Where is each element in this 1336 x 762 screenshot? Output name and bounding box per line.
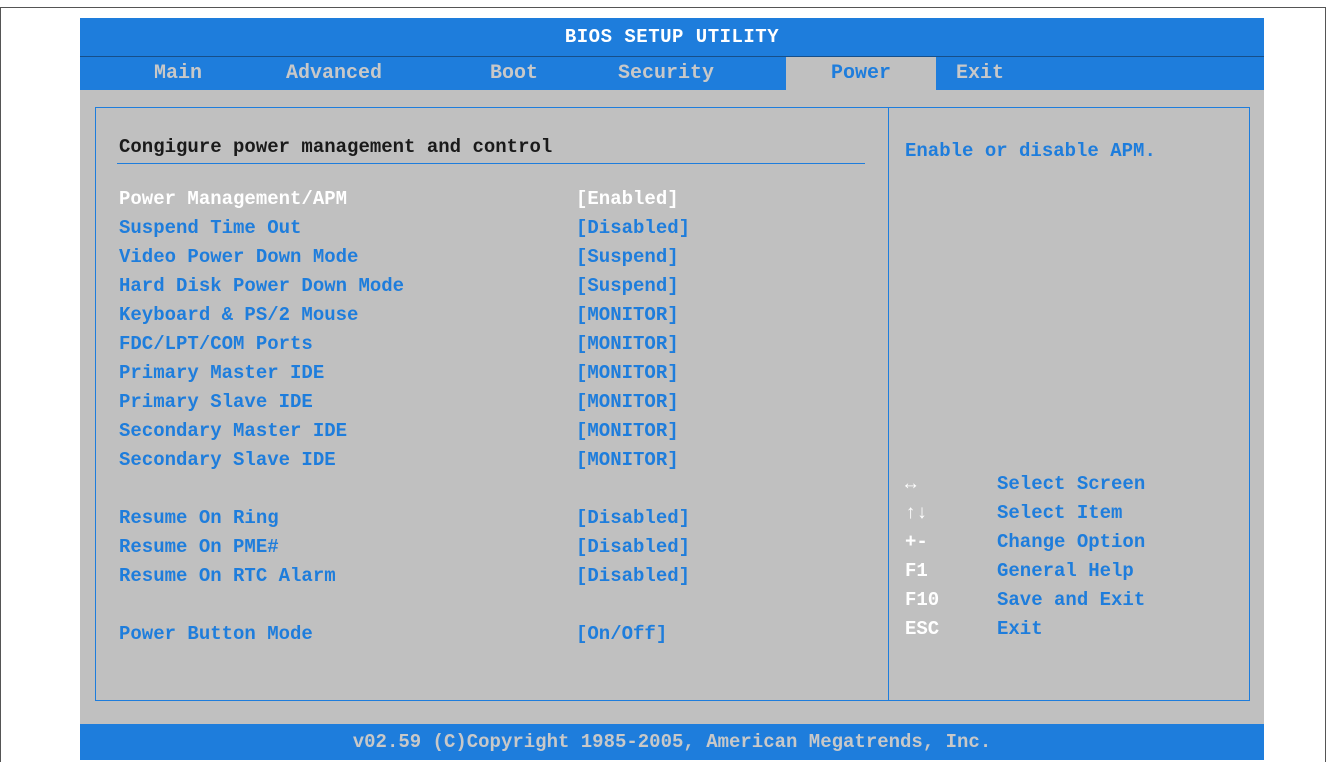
title-bar: BIOS SETUP UTILITY <box>80 18 1264 56</box>
help-text: Enable or disable APM. <box>905 140 1156 162</box>
setting-label: Keyboard & PS/2 Mouse <box>119 304 359 326</box>
setting-value: [MONITOR] <box>576 391 679 413</box>
tab-main[interactable]: Main <box>142 57 214 90</box>
bios-screen: BIOS SETUP UTILITY Main Advanced Boot Se… <box>80 18 1264 760</box>
tab-exit[interactable]: Exit <box>944 57 1016 90</box>
setting-value: [MONITOR] <box>576 420 679 442</box>
setting-label: Power Management/APM <box>119 188 348 210</box>
setting-label: Suspend Time Out <box>119 217 302 239</box>
setting-value: [Disabled] <box>576 565 691 587</box>
legend-change-option: +- Change Option <box>905 528 1245 557</box>
tab-advanced[interactable]: Advanced <box>274 57 394 90</box>
setting-resume-on-rtc-alarm[interactable]: Resume On RTC Alarm [Disabled] <box>119 562 759 591</box>
setting-label: Primary Master IDE <box>119 362 325 384</box>
setting-label: Secondary Master IDE <box>119 420 348 442</box>
setting-value: [MONITOR] <box>576 449 679 471</box>
legend-select-screen: ↔ Select Screen <box>905 470 1245 499</box>
setting-value: [MONITOR] <box>576 333 679 355</box>
section-divider <box>117 163 865 164</box>
setting-label: Video Power Down Mode <box>119 246 359 268</box>
legend-desc: Change Option <box>997 531 1146 553</box>
legend-desc: General Help <box>997 560 1134 582</box>
settings-panel: Congigure power management and control P… <box>95 107 889 701</box>
tab-security[interactable]: Security <box>606 57 726 90</box>
setting-value: [Suspend] <box>576 275 679 297</box>
setting-value: [Disabled] <box>576 507 691 529</box>
setting-label: Hard Disk Power Down Mode <box>119 275 405 297</box>
tab-bar: Main Advanced Boot Security Power Exit <box>80 56 1264 90</box>
legend-general-help: F1 General Help <box>905 557 1245 586</box>
setting-label: Secondary Slave IDE <box>119 449 336 471</box>
setting-label: Primary Slave IDE <box>119 391 313 413</box>
setting-fdc-lpt-com-ports[interactable]: FDC/LPT/COM Ports [MONITOR] <box>119 330 759 359</box>
setting-label: Power Button Mode <box>119 623 313 645</box>
legend-save-and-exit: F10 Save and Exit <box>905 586 1245 615</box>
legend-desc: Save and Exit <box>997 589 1146 611</box>
section-title: Congigure power management and control <box>119 136 553 158</box>
legend-select-item: ↑↓ Select Item <box>905 499 1245 528</box>
setting-primary-slave-ide[interactable]: Primary Slave IDE [MONITOR] <box>119 388 759 417</box>
setting-suspend-time-out[interactable]: Suspend Time Out [Disabled] <box>119 214 759 243</box>
tab-boot[interactable]: Boot <box>478 57 550 90</box>
setting-label: Resume On Ring <box>119 507 279 529</box>
legend-key: F10 <box>905 589 940 611</box>
setting-value: [MONITOR] <box>576 362 679 384</box>
setting-label: Resume On RTC Alarm <box>119 565 336 587</box>
setting-keyboard-ps2-mouse[interactable]: Keyboard & PS/2 Mouse [MONITOR] <box>119 301 759 330</box>
legend-desc: Exit <box>997 618 1043 640</box>
legend-desc: Select Screen <box>997 473 1146 495</box>
app-title: BIOS SETUP UTILITY <box>564 26 780 48</box>
setting-resume-on-ring[interactable]: Resume On Ring [Disabled] <box>119 504 759 533</box>
setting-value: [Disabled] <box>576 536 691 558</box>
copyright-text: v02.59 (C)Copyright 1985-2005, American … <box>352 731 992 753</box>
setting-hard-disk-power-down-mode[interactable]: Hard Disk Power Down Mode [Suspend] <box>119 272 759 301</box>
setting-power-management-apm[interactable]: Power Management/APM [Enabled] <box>119 185 759 214</box>
legend-key: +- <box>905 531 928 553</box>
tab-power[interactable]: Power <box>786 57 936 90</box>
help-panel: Enable or disable APM. ↔ Select Screen ↑… <box>888 107 1250 701</box>
legend-key: F1 <box>905 560 928 582</box>
setting-secondary-slave-ide[interactable]: Secondary Slave IDE [MONITOR] <box>119 446 759 475</box>
setting-value: [Disabled] <box>576 217 691 239</box>
setting-label: FDC/LPT/COM Ports <box>119 333 313 355</box>
setting-secondary-master-ide[interactable]: Secondary Master IDE [MONITOR] <box>119 417 759 446</box>
setting-power-button-mode[interactable]: Power Button Mode [On/Off] <box>119 620 759 649</box>
copyright-bar: v02.59 (C)Copyright 1985-2005, American … <box>80 724 1264 760</box>
legend-desc: Select Item <box>997 502 1123 524</box>
setting-value: [MONITOR] <box>576 304 679 326</box>
legend-key: ESC <box>905 618 940 640</box>
up-down-arrow-icon: ↑↓ <box>905 502 928 524</box>
setting-value: [Suspend] <box>576 246 679 268</box>
setting-primary-master-ide[interactable]: Primary Master IDE [MONITOR] <box>119 359 759 388</box>
setting-label: Resume On PME# <box>119 536 279 558</box>
left-right-arrow-icon: ↔ <box>905 473 917 495</box>
setting-video-power-down-mode[interactable]: Video Power Down Mode [Suspend] <box>119 243 759 272</box>
legend-exit: ESC Exit <box>905 615 1245 644</box>
setting-value: [Enabled] <box>576 188 679 210</box>
setting-value: [On/Off] <box>576 623 668 645</box>
setting-resume-on-pme[interactable]: Resume On PME# [Disabled] <box>119 533 759 562</box>
